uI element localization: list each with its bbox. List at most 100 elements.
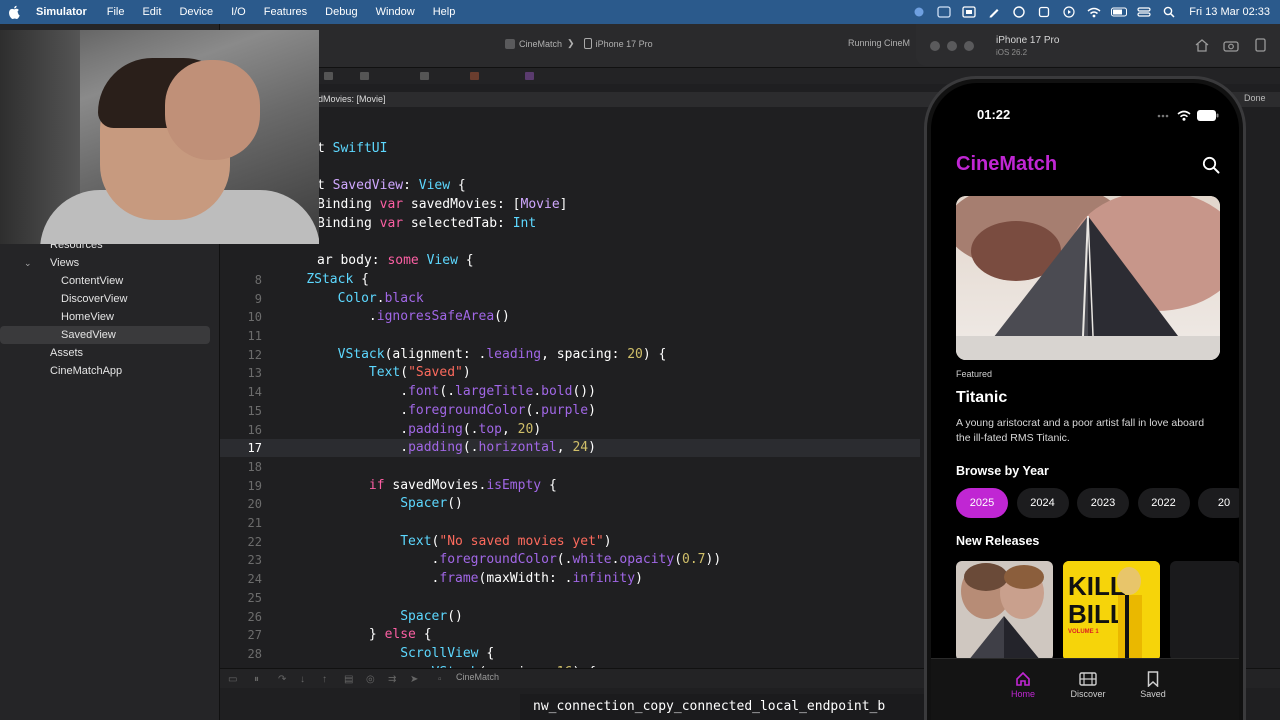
code-line[interactable]: 11 [220, 327, 920, 345]
code-line[interactable]: 15 .foregroundColor(.purple) [220, 402, 920, 420]
scheme-selector[interactable]: CineMatch ❯ iPhone 17 Pro [505, 38, 653, 49]
minimize-button[interactable] [947, 41, 957, 51]
step-in-icon[interactable]: ↓ [300, 674, 310, 685]
note-icon[interactable] [1036, 6, 1052, 18]
code-line[interactable]: 16 .padding(.top, 20) [220, 421, 920, 439]
menu-edit[interactable]: Edit [142, 6, 161, 18]
code-line[interactable]: 10 .ignoresSafeArea() [220, 308, 920, 326]
code-line[interactable]: t SavedView: View { [220, 177, 920, 195]
menu-features[interactable]: Features [264, 6, 307, 18]
search-icon[interactable] [1202, 156, 1220, 174]
poster-kill-bill[interactable]: KILL BILL VOLUME 1 [1063, 561, 1160, 661]
control-center-icon[interactable] [1136, 6, 1152, 18]
location-icon[interactable]: ➤ [410, 674, 420, 685]
code-line[interactable]: 14 .font(.largeTitle.bold()) [220, 383, 920, 401]
hide-debug-icon[interactable]: ▭ [228, 674, 238, 685]
poster-volume-text: VOLUME 1 [1068, 629, 1099, 635]
navigator-item[interactable]: CineMatchApp [0, 362, 220, 380]
code-line[interactable]: 20 Spacer() [220, 495, 920, 513]
battery-icon[interactable] [1111, 6, 1128, 18]
code-line[interactable]: 26 Spacer() [220, 608, 920, 626]
code-line[interactable]: 23 .foregroundColor(.white.opacity(0.7)) [220, 551, 920, 569]
pause-icon[interactable]: ⏸ [254, 674, 264, 685]
memory-graph-icon[interactable]: ◎ [366, 674, 376, 685]
code-line[interactable]: 25 [220, 589, 920, 607]
menu-io[interactable]: I/O [231, 6, 246, 18]
navigator-item[interactable]: HomeView [0, 308, 220, 326]
destination-name: iPhone 17 Pro [595, 38, 653, 49]
code-line[interactable]: t SwiftUI [220, 140, 920, 158]
search-icon[interactable] [1161, 6, 1177, 18]
poster-titanic[interactable] [956, 561, 1053, 661]
dot-icon[interactable] [911, 6, 927, 18]
year-chip[interactable]: 2024 [1016, 488, 1069, 518]
navigator-item[interactable]: Assets [0, 344, 220, 362]
environment-icon[interactable]: ⇉ [388, 674, 398, 685]
step-out-icon[interactable]: ↑ [322, 674, 332, 685]
code-line[interactable]: Binding var selectedTab: Int [220, 215, 920, 233]
tab-home[interactable]: Home [993, 669, 1053, 699]
creative-cloud-icon[interactable] [1011, 6, 1027, 18]
navigator-item[interactable]: ⌄ Views [0, 254, 220, 272]
code-line[interactable]: 8 ZStack { [220, 271, 920, 289]
navigator-item[interactable]: ContentView [0, 272, 220, 290]
iphone-frame: 01:22 CineMatch Featured Titanic A young… [924, 76, 1246, 720]
code-line[interactable]: 13 Text("Saved") [220, 364, 920, 382]
step-over-icon[interactable]: ↷ [278, 674, 288, 685]
line-number: 20 [247, 497, 262, 512]
navigator-item[interactable]: DiscoverView [0, 290, 220, 308]
code-text: Spacer() [400, 496, 463, 512]
code-line[interactable]: ar body: some View { [220, 252, 920, 270]
navigator-item[interactable]: SavedView [0, 326, 210, 344]
code-line[interactable]: 28 ScrollView { [220, 645, 920, 663]
code-line[interactable]: 17 .padding(.horizontal, 24) [220, 439, 920, 458]
wifi-icon[interactable] [1086, 6, 1102, 18]
menu-file[interactable]: File [107, 6, 125, 18]
code-line[interactable]: 19 if savedMovies.isEmpty { [220, 477, 920, 495]
zoom-button[interactable] [964, 41, 974, 51]
code-text: ZStack { [306, 271, 369, 287]
year-chip[interactable]: 2023 [1077, 488, 1129, 518]
code-line[interactable]: Binding var savedMovies: [Movie] [220, 196, 920, 214]
disclosure-chevron-icon[interactable]: ⌄ [24, 258, 32, 269]
menu-window[interactable]: Window [376, 6, 415, 18]
menu-debug[interactable]: Debug [325, 6, 357, 18]
home-icon[interactable] [1193, 38, 1211, 52]
debug-target: CineMatch [456, 672, 500, 682]
code-line[interactable]: 22 Text("No saved movies yet") [220, 533, 920, 551]
code-line[interactable] [220, 234, 920, 252]
tab-saved[interactable]: Saved [1123, 669, 1183, 699]
tab-discover[interactable]: Discover [1058, 669, 1118, 699]
year-chip[interactable]: 2022 [1137, 488, 1190, 518]
close-button[interactable] [930, 41, 940, 51]
code-line[interactable] [220, 159, 920, 177]
poster-placeholder[interactable] [1170, 561, 1239, 661]
featured-title[interactable]: Titanic [956, 389, 1007, 407]
screen-record-icon[interactable] [961, 6, 977, 18]
done-button[interactable]: Done [1244, 93, 1266, 103]
code-line[interactable]: 27 } else { [220, 626, 920, 644]
year-chip[interactable]: 20 [1198, 488, 1239, 518]
screenshot-icon[interactable] [1222, 38, 1240, 52]
code-line[interactable]: 24 .frame(maxWidth: .infinity) [220, 570, 920, 588]
app-menu-simulator[interactable]: Simulator [36, 6, 87, 18]
view-hierarchy-icon[interactable]: ▤ [344, 674, 354, 685]
iphone-screen[interactable]: 01:22 CineMatch Featured Titanic A young… [931, 83, 1239, 720]
year-chip[interactable]: 2025 [956, 488, 1008, 518]
menubar-clock[interactable]: Fri 13 Mar 02:33 [1189, 6, 1270, 18]
menu-help[interactable]: Help [433, 6, 456, 18]
featured-banner[interactable] [956, 196, 1220, 360]
code-line[interactable]: 9 Color.black [220, 290, 920, 308]
rotate-icon[interactable] [1251, 38, 1269, 52]
apple-icon[interactable] [6, 4, 22, 20]
line-number: 18 [247, 459, 262, 474]
status-icon[interactable] [936, 6, 952, 18]
code-line[interactable]: 12 VStack(alignment: .leading, spacing: … [220, 346, 920, 364]
code-line[interactable]: 21 [220, 514, 920, 532]
console-output[interactable]: nw_connection_copy_connected_local_endpo… [520, 694, 932, 720]
play-icon[interactable] [1061, 6, 1077, 18]
line-number: 9 [254, 291, 262, 306]
code-line[interactable]: 18 [220, 458, 920, 476]
menu-device[interactable]: Device [179, 6, 213, 18]
pen-icon[interactable] [986, 6, 1002, 18]
